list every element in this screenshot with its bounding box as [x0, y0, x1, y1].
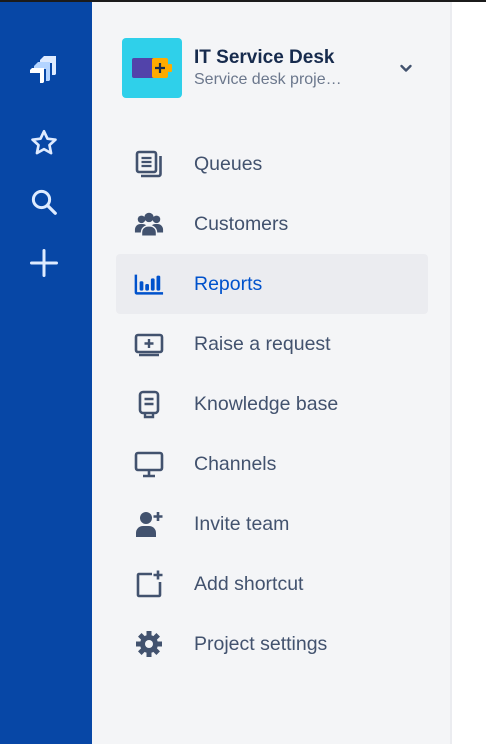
nav-label: Invite team — [194, 512, 290, 535]
nav-item-raise-request[interactable]: Raise a request — [116, 314, 428, 374]
nav-item-knowledge-base[interactable]: Knowledge base — [116, 374, 428, 434]
customers-icon — [134, 209, 164, 239]
project-switcher[interactable]: IT Service Desk Service desk proje… — [122, 38, 422, 98]
project-name: IT Service Desk — [194, 46, 335, 68]
nav-item-queues[interactable]: Queues — [116, 134, 428, 194]
reports-icon — [134, 269, 164, 299]
project-navigation: IT Service Desk Service desk proje… Queu… — [92, 0, 450, 744]
nav-label: Project settings — [194, 632, 328, 655]
project-subtitle: Service desk proje… — [194, 70, 342, 88]
knowledge-base-icon — [134, 389, 164, 419]
jira-logo-icon[interactable] — [22, 48, 66, 92]
invite-team-icon — [134, 509, 164, 539]
main-content — [452, 0, 486, 744]
raise-request-icon — [134, 329, 164, 359]
nav-label: Channels — [194, 452, 277, 475]
add-shortcut-icon — [134, 569, 164, 599]
nav-item-invite-team[interactable]: Invite team — [116, 494, 428, 554]
nav-item-project-settings[interactable]: Project settings — [116, 614, 428, 674]
nav-label: Customers — [194, 212, 289, 235]
plus-icon[interactable] — [22, 241, 66, 285]
chevron-down-icon[interactable] — [392, 54, 420, 82]
global-navigation — [0, 0, 92, 744]
nav-item-reports[interactable]: Reports — [116, 254, 428, 314]
nav-item-add-shortcut[interactable]: Add shortcut — [116, 554, 428, 614]
nav-label: Knowledge base — [194, 392, 339, 415]
battery-icon — [132, 58, 172, 78]
nav-label: Raise a request — [194, 332, 331, 355]
nav-label: Add shortcut — [194, 572, 304, 595]
nav-item-customers[interactable]: Customers — [116, 194, 428, 254]
queues-icon — [134, 149, 164, 179]
project-avatar — [122, 38, 182, 98]
nav-label: Queues — [194, 152, 263, 175]
nav-label: Reports — [194, 272, 263, 295]
nav-item-channels[interactable]: Channels — [116, 434, 428, 494]
window-top-border — [0, 0, 486, 2]
settings-icon — [134, 629, 164, 659]
star-icon[interactable] — [22, 121, 66, 165]
channels-icon — [134, 449, 164, 479]
search-icon[interactable] — [22, 180, 66, 224]
